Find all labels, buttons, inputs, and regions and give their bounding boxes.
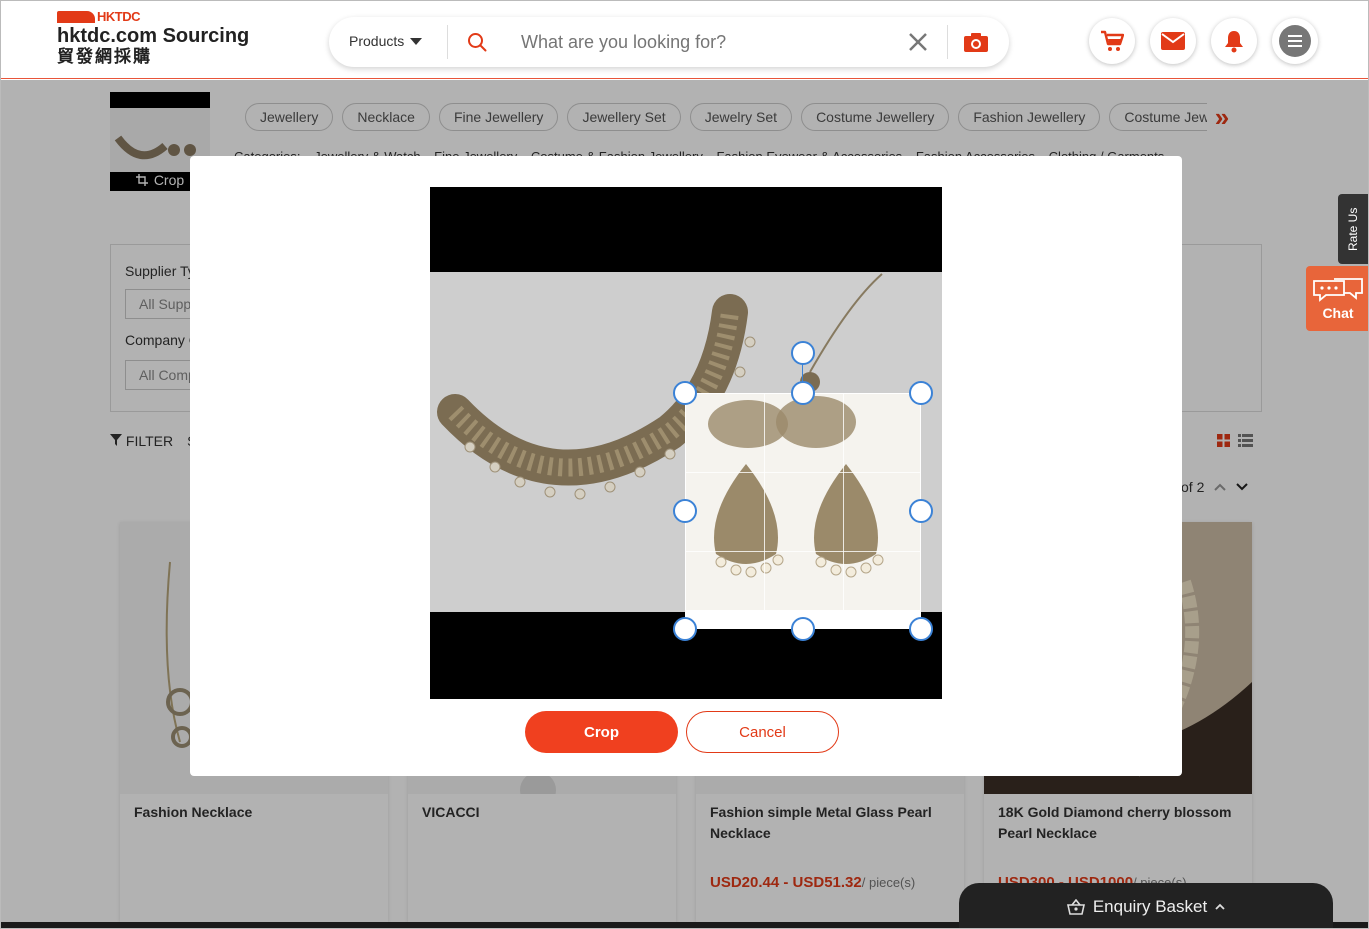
menu-button[interactable] [1272,18,1318,64]
crop-grid-line [843,394,844,628]
camera-icon[interactable] [963,31,989,53]
cart-button[interactable] [1089,18,1135,64]
crop-handle-left[interactable] [673,499,697,523]
enquiry-basket-label: Enquiry Basket [1092,896,1208,916]
bell-icon [1225,31,1243,53]
site-name-cn: 貿發網採購 [57,47,152,67]
products-dropdown[interactable]: Products [349,33,423,49]
crop-canvas[interactable] [430,187,942,699]
notifications-button[interactable] [1211,18,1257,64]
cancel-button[interactable]: Cancel [686,711,839,753]
rotate-handle[interactable] [791,341,815,365]
cart-icon [1101,30,1124,51]
divider [447,25,448,59]
crop-grid-line [686,472,920,473]
browser-frame: HKTDC hktdc.com Sourcing 貿發網採購 Products [0,0,1369,929]
crop-grid-line [686,551,920,552]
clear-icon[interactable] [907,31,929,53]
divider [947,25,948,59]
search-icon[interactable] [467,32,487,52]
enquiry-basket-button[interactable]: Enquiry Basket [959,883,1333,928]
chat-button[interactable]: Chat [1306,266,1368,331]
mail-icon [1161,32,1185,50]
basket-icon [1066,898,1085,915]
logo-mark-icon [57,10,95,23]
search-bar: Products [329,17,1009,67]
search-input[interactable] [521,30,881,54]
messages-button[interactable] [1150,18,1196,64]
site-header: HKTDC hktdc.com Sourcing 貿發網採購 Products [1,1,1368,79]
rate-us-tab[interactable]: Rate Us [1338,194,1368,264]
crop-handle-top-right[interactable] [909,381,933,405]
products-dropdown-label: Products [349,33,405,49]
crop-handle-top-left[interactable] [673,381,697,405]
menu-icon [1279,25,1311,57]
site-name: hktdc.com Sourcing [57,25,250,47]
crop-handle-top[interactable] [791,381,815,405]
crop-grid-line [764,394,765,628]
caret-down-icon [410,37,423,45]
crop-modal: Crop Cancel [190,156,1182,776]
crop-button[interactable]: Crop [525,711,678,753]
chat-label: Chat [1322,304,1354,321]
chevron-up-icon [1215,903,1225,910]
crop-selection-box[interactable] [685,393,921,629]
brand-label: HKTDC [97,9,141,24]
chat-bubbles-icon [1313,277,1363,302]
crop-handle-right[interactable] [909,499,933,523]
crop-handle-bottom-right[interactable] [909,617,933,641]
hktdc-logo[interactable]: HKTDC hktdc.com Sourcing 貿發網採購 [57,9,267,71]
brand-mark: HKTDC [57,9,267,24]
crop-handle-bottom[interactable] [791,617,815,641]
crop-handle-bottom-left[interactable] [673,617,697,641]
